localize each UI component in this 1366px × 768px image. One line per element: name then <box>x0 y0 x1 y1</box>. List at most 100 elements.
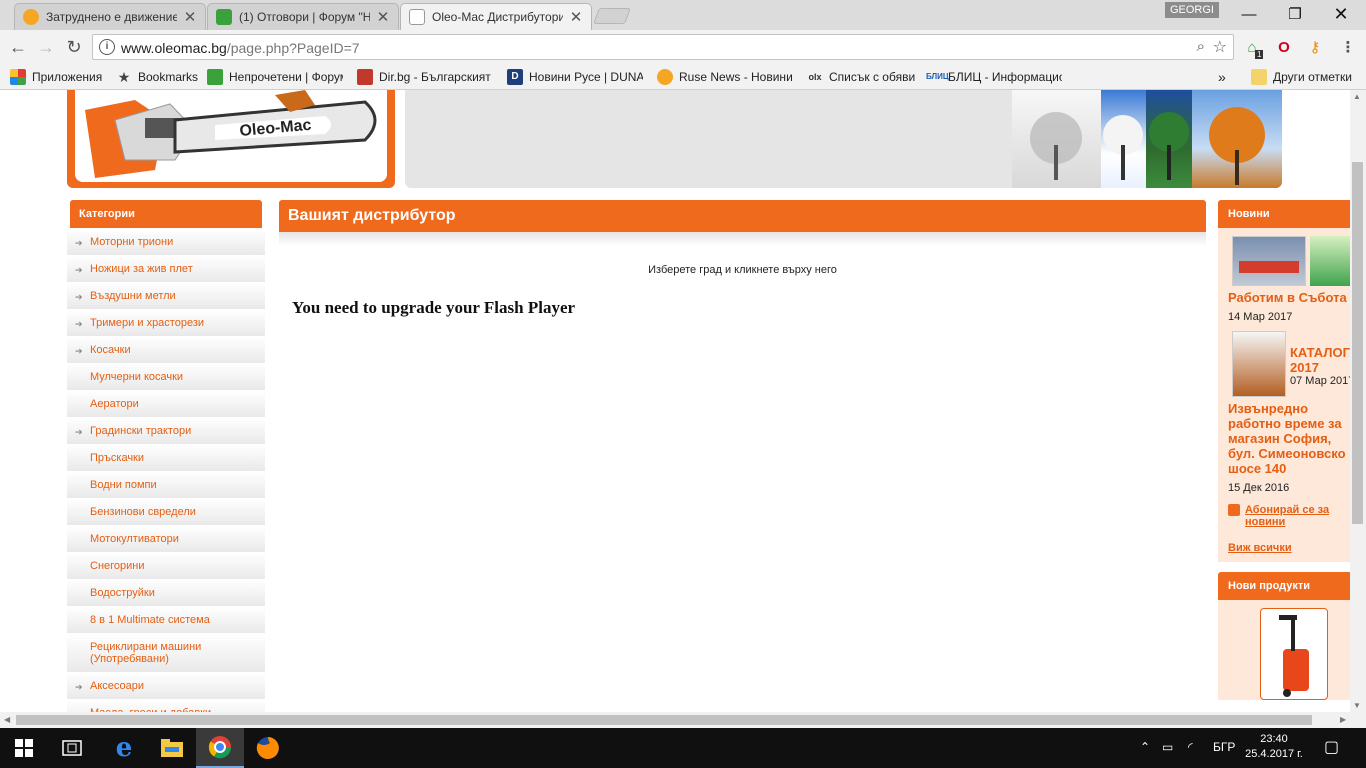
subscribe-link[interactable]: Абонирай се за новини <box>1245 504 1345 528</box>
vertical-scrollbar[interactable]: ▲ ▼ <box>1350 90 1366 712</box>
category-item[interactable]: Мотокултиватори <box>67 526 265 553</box>
language-indicator[interactable]: БГР <box>1213 740 1235 754</box>
firefox-icon[interactable] <box>244 728 292 768</box>
summer-tree-image <box>1146 90 1192 188</box>
browser-toolbar: ← → ↻ i www.oleomac.bg/page.php?PageID=7… <box>0 30 1366 64</box>
category-label: Въздушни метли <box>90 290 176 302</box>
rss-icon <box>1228 504 1240 516</box>
horizontal-scrollbar[interactable]: ◀ ▶ <box>0 712 1366 728</box>
scroll-left-icon[interactable]: ◀ <box>4 715 10 724</box>
news-title-link[interactable]: КАТАЛОГ 2017 <box>1290 345 1350 375</box>
product-pressure-washer-image[interactable] <box>1260 608 1328 700</box>
restore-icon[interactable]: ❐ <box>1272 0 1318 28</box>
key-extension-icon[interactable]: ⚷ <box>1305 38 1325 58</box>
header-logo-banner[interactable]: Oleo-Mac <box>67 90 395 188</box>
forward-icon[interactable]: → <box>35 36 57 58</box>
notifications-icon[interactable]: ▢ <box>1324 737 1339 757</box>
bookmark-dunav[interactable]: D Новини Русе | DUNAV <box>507 68 643 86</box>
close-window-icon[interactable]: ✕ <box>1318 0 1364 28</box>
category-item[interactable]: Пръскачки <box>67 445 265 472</box>
bookmark-olx[interactable]: olx Списък с обяви <box>807 68 915 86</box>
news-title-link[interactable]: Работим в Събота <box>1228 290 1350 305</box>
bookmark-dirbg[interactable]: Dir.bg - Българският <box>357 68 495 86</box>
edge-icon[interactable]: e <box>100 728 148 768</box>
bookmark-blitz[interactable]: БЛИЦ БЛИЦ - Информацио <box>926 68 1062 86</box>
horizontal-scroll-thumb[interactable] <box>16 715 1312 725</box>
dunav-favicon-icon: D <box>507 69 523 85</box>
category-item[interactable]: Бензинови свредели <box>67 499 265 526</box>
scroll-right-icon[interactable]: ▶ <box>1340 715 1346 724</box>
reload-icon[interactable]: ↻ <box>63 36 85 58</box>
bookmark-forum[interactable]: Непрочетени | Форум <box>207 68 343 86</box>
tab-oleomac[interactable]: Oleo-Mac Дистрибутори ✕ <box>400 3 592 30</box>
bookmark-bookmarks[interactable]: ★ Bookmarks <box>116 68 198 86</box>
network-icon[interactable]: ◜ <box>1188 740 1193 754</box>
folder-icon <box>1251 69 1267 85</box>
menu-icon[interactable]: ⋮ <box>1338 38 1358 58</box>
show-hidden-icons-icon[interactable]: ⌃ <box>1140 740 1150 754</box>
minimize-icon[interactable]: — <box>1226 0 1272 28</box>
extension-badge: 1 <box>1255 50 1264 59</box>
task-view-icon[interactable] <box>48 728 96 768</box>
catalog-cover-image <box>1232 331 1286 397</box>
spring-tree-image <box>1101 90 1146 188</box>
view-all-link[interactable]: Виж всички <box>1228 542 1292 554</box>
bookmark-star-icon[interactable]: ☆ <box>1213 37 1227 57</box>
category-item[interactable]: Масла, греси и добавки <box>67 700 265 712</box>
power-icon[interactable]: ▭ <box>1162 740 1173 754</box>
category-item[interactable]: Рециклирани машини (Употребявани) <box>67 634 265 673</box>
bookmarks-overflow-button[interactable]: » <box>1218 68 1226 86</box>
scroll-down-icon[interactable]: ▼ <box>1353 701 1361 710</box>
saturday-promo-image <box>1310 236 1350 286</box>
category-item[interactable]: Водоструйки <box>67 580 265 607</box>
category-label: Рециклирани машини (Употребявани) <box>90 641 202 665</box>
category-item[interactable]: ➔ Въздушни метли <box>67 283 265 310</box>
opera-extension-icon[interactable]: O <box>1274 38 1294 58</box>
chrome-taskbar-icon[interactable] <box>196 728 244 768</box>
address-bar[interactable]: i www.oleomac.bg/page.php?PageID=7 ⌕ ☆ <box>92 34 1234 60</box>
tab-favicon-icon <box>23 9 39 25</box>
news-date: 15 Дек 2016 <box>1228 482 1290 494</box>
tab-traffic[interactable]: Затруднено е движение ✕ <box>14 3 206 30</box>
start-button[interactable] <box>0 728 48 768</box>
new-tab-button[interactable] <box>593 8 631 24</box>
category-item[interactable]: Аератори <box>67 391 265 418</box>
category-item[interactable]: ➔ Тримери и храсторези <box>67 310 265 337</box>
title-shadow <box>279 232 1206 246</box>
bookmark-apps[interactable]: Приложения <box>10 68 102 86</box>
vertical-scroll-thumb[interactable] <box>1352 162 1363 524</box>
arrow-bullet-icon: ➔ <box>75 427 83 437</box>
category-item[interactable]: ➔ Моторни триони <box>67 229 265 256</box>
star-icon: ★ <box>117 69 131 85</box>
page-title: Вашият дистрибутор <box>279 200 1206 232</box>
close-icon[interactable]: ✕ <box>569 8 583 26</box>
category-item[interactable]: ➔ Аксесоари <box>67 673 265 700</box>
category-item[interactable]: 8 в 1 Multimate система <box>67 607 265 634</box>
file-explorer-icon[interactable] <box>148 728 196 768</box>
close-icon[interactable]: ✕ <box>376 8 390 26</box>
close-icon[interactable]: ✕ <box>183 8 197 26</box>
category-item[interactable]: Водни помпи <box>67 472 265 499</box>
news-title-link[interactable]: Извънредно работно време за магазин Софи… <box>1228 401 1350 476</box>
flash-upgrade-message[interactable]: You need to upgrade your Flash Player <box>292 298 575 318</box>
scroll-up-icon[interactable]: ▲ <box>1353 92 1361 101</box>
profile-badge[interactable]: GEORGI <box>1165 2 1219 18</box>
news-item-catalog[interactable]: КАТАЛОГ 2017 07 Мар 2017 <box>1228 331 1350 401</box>
dirbg-favicon-icon <box>357 69 373 85</box>
category-item[interactable]: ➔ Градински трактори <box>67 418 265 445</box>
category-item[interactable]: Снегорини <box>67 553 265 580</box>
news-item-image[interactable] <box>1228 236 1350 290</box>
category-item[interactable]: Мулчерни косачки <box>67 364 265 391</box>
bookmark-other[interactable]: Други отметки <box>1251 68 1352 86</box>
back-icon[interactable]: ← <box>7 36 29 58</box>
clock-time: 23:40 <box>1260 733 1288 745</box>
info-icon[interactable]: i <box>99 39 115 55</box>
category-label: Снегорини <box>90 560 145 572</box>
bookmark-rusenews[interactable]: Ruse News - Новините <box>657 68 793 86</box>
news-date: 14 Мар 2017 <box>1228 311 1293 323</box>
zoom-icon[interactable]: ⌕ <box>1197 38 1205 55</box>
tab-forum[interactable]: (1) Отговори | Форум "Н ✕ <box>207 3 399 30</box>
clock[interactable]: 23:40 25.4.2017 г. <box>1238 732 1310 762</box>
category-item[interactable]: ➔ Косачки <box>67 337 265 364</box>
category-item[interactable]: ➔ Ножици за жив плет <box>67 256 265 283</box>
